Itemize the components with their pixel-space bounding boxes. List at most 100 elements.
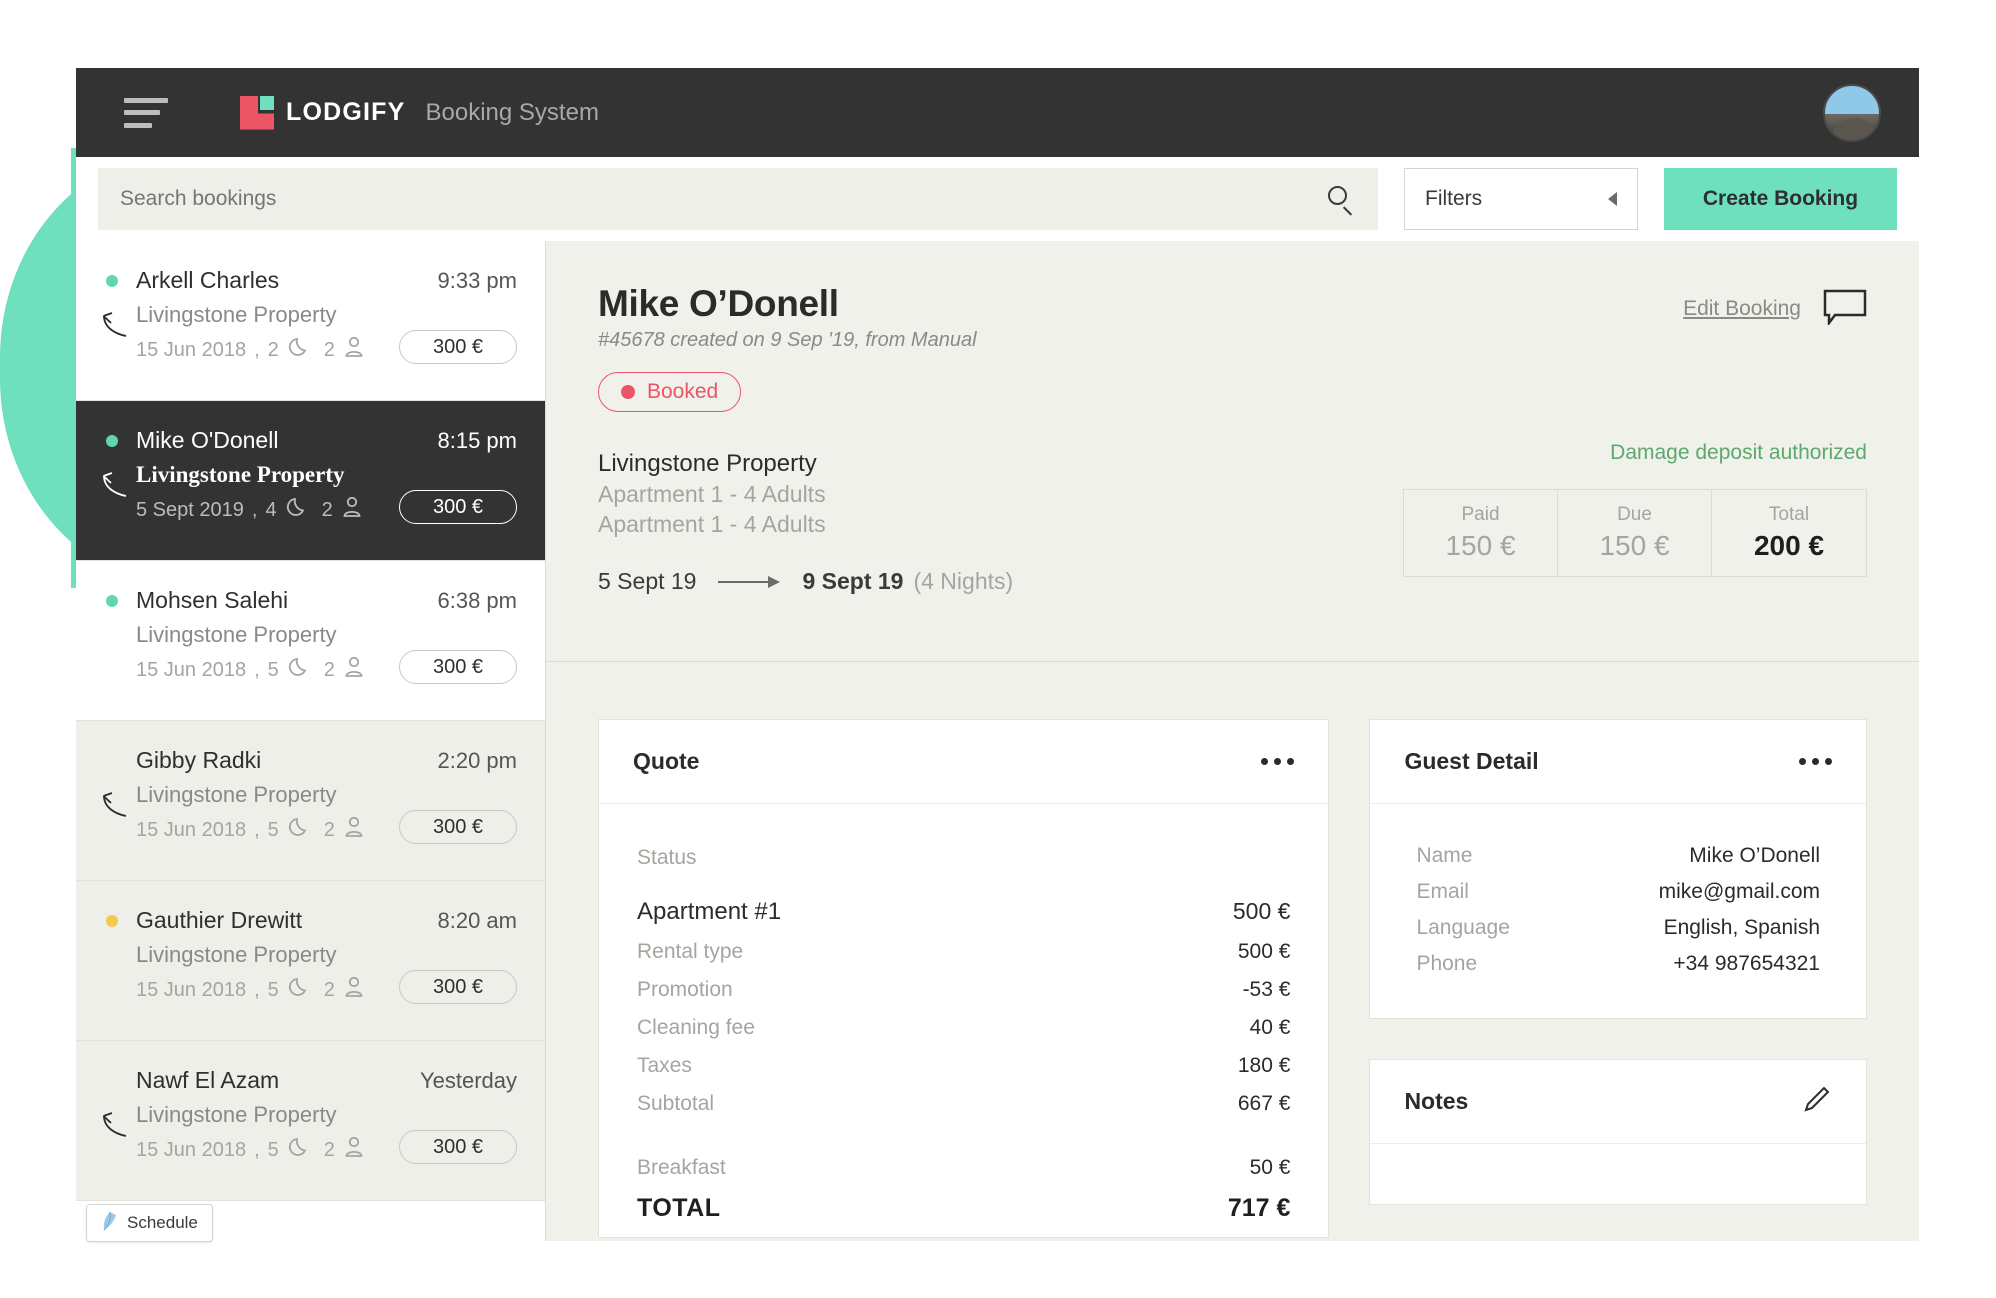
booking-date: 15 Jun 2018 <box>136 978 247 1001</box>
quote-row: Subtotal 667 € <box>637 1092 1290 1116</box>
booking-price: 300 € <box>399 490 517 524</box>
booking-nights: 2 <box>267 338 279 361</box>
guest-detail-value: +34 987654321 <box>1673 952 1820 975</box>
status-label: Booked <box>647 380 719 403</box>
quote-row-label: Apartment #1 <box>637 898 782 925</box>
nights-label: (4 Nights) <box>913 568 1014 594</box>
schedule-badge[interactable]: Schedule <box>86 1204 213 1242</box>
guest-detail-body: Name Mike O’Donell Email mike@gmail.com Lang… <box>1370 804 1866 1018</box>
quote-row-value: 500 € <box>1232 898 1291 924</box>
guests-person-icon <box>344 656 364 684</box>
guest-detail-row: Name Mike O’Donell <box>1416 844 1820 868</box>
hamburger-icon[interactable] <box>124 97 168 128</box>
notes-body[interactable] <box>1370 1144 1866 1204</box>
payment-label: Paid <box>1461 504 1500 525</box>
detail-header: Mike O’Donell #45678 created on 9 Sep '1… <box>546 241 1919 595</box>
quote-row-label: Breakfast <box>637 1156 726 1179</box>
guest-detail-label: Phone <box>1416 952 1478 975</box>
lodgify-logo-icon <box>240 95 274 130</box>
booking-meta: #45678 created on 9 Sep '19, from Manual <box>598 329 977 351</box>
booking-price: 300 € <box>399 330 517 364</box>
check-out-date: 9 Sept 19 <box>802 568 904 594</box>
booking-list[interactable]: Arkell Charles 9:33 pm Livingstone Propert… <box>76 241 546 1241</box>
guest-detail-value: Mike O’Donell <box>1689 844 1820 867</box>
replied-arrow-icon <box>100 1108 134 1142</box>
quote-row-value: 180 € <box>1237 1054 1291 1077</box>
pencil-icon[interactable] <box>1802 1084 1832 1119</box>
avatar[interactable] <box>1823 83 1881 142</box>
guest-detail-card: Guest Detail Name Mike O’Donell Email mike@… <box>1369 719 1867 1019</box>
booking-guest-name: Gauthier Drewitt <box>136 907 303 933</box>
booking-price: 300 € <box>399 810 517 844</box>
replied-arrow-icon <box>100 468 134 502</box>
booking-property: Livingstone Property <box>136 782 337 807</box>
search-icon[interactable] <box>1326 184 1356 216</box>
booking-date: 15 Jun 2018 <box>136 818 247 841</box>
notes-title: Notes <box>1404 1088 1469 1114</box>
quote-spacer <box>637 1130 1290 1156</box>
filters-dropdown[interactable]: Filters <box>1404 168 1638 230</box>
booking-property: Livingstone Property <box>136 942 337 967</box>
booking-price: 300 € <box>399 1130 517 1164</box>
guests-person-icon <box>344 336 364 364</box>
booking-list-item[interactable]: Arkell Charles 9:33 pm Livingstone Propert… <box>76 241 545 401</box>
quote-row-label: Promotion <box>637 978 733 1001</box>
guests-person-icon <box>342 496 362 524</box>
guest-detail-title: Guest Detail <box>1404 748 1539 774</box>
booking-price: 300 € <box>399 970 517 1004</box>
comment-bubble-icon[interactable] <box>1823 289 1867 327</box>
quote-status-label: Status <box>637 846 697 869</box>
filters-label: Filters <box>1425 187 1483 210</box>
payment-label: Total <box>1768 504 1810 525</box>
quote-more-icon[interactable] <box>1261 758 1295 765</box>
feather-icon <box>101 1211 119 1236</box>
quote-total-label: TOTAL <box>637 1194 721 1222</box>
booking-list-item[interactable]: Nawf El Azam Yesterday Livingstone Propert… <box>76 1041 545 1201</box>
cards-row: Quote Status Apartment #1 500 € Rental typ… <box>598 719 1867 1238</box>
booking-detail-panel: Mike O’Donell #45678 created on 9 Sep '1… <box>546 241 1919 1241</box>
payment-summary: Paid 150 € Due 150 € Total 200 € <box>1403 489 1867 577</box>
deposit-note: Damage deposit authorized <box>1610 441 1867 464</box>
notes-card: Notes <box>1369 1059 1867 1205</box>
guest-detail-more-icon[interactable] <box>1799 758 1832 765</box>
page-title: Mike O’Donell <box>598 283 839 324</box>
quote-row: Apartment #1 500 € <box>637 898 1290 926</box>
guest-detail-row: Email mike@gmail.com <box>1416 880 1820 904</box>
content-area: Arkell Charles 9:33 pm Livingstone Propert… <box>76 241 1919 1241</box>
booking-property: Livingstone Property <box>136 462 345 487</box>
booking-guest-name: Mohsen Salehi <box>136 587 289 613</box>
quote-total-value: 717 € <box>1227 1194 1291 1222</box>
guests-person-icon <box>344 976 364 1004</box>
guests-person-icon <box>344 1136 364 1164</box>
quote-total-row: TOTAL 717 € <box>637 1194 1290 1223</box>
booking-price: 300 € <box>399 650 517 684</box>
booking-guest-name: Arkell Charles <box>136 267 280 293</box>
unread-dot-icon <box>106 915 118 927</box>
payment-value: 150 € <box>1445 530 1516 561</box>
right-column: Guest Detail Name Mike O’Donell Email mike@… <box>1369 719 1867 1238</box>
booking-list-item[interactable]: Gauthier Drewitt 8:20 am Livingstone Prope… <box>76 881 545 1041</box>
booking-nights: 5 <box>267 1138 279 1161</box>
booking-nights: 5 <box>267 978 279 1001</box>
edit-booking-link[interactable]: Edit Booking <box>1683 297 1801 321</box>
booking-date: 15 Jun 2018 <box>136 1138 247 1161</box>
nights-moon-icon <box>288 816 310 844</box>
toolbar: Filters Create Booking <box>76 157 1919 241</box>
create-booking-button[interactable]: Create Booking <box>1664 168 1897 230</box>
chevron-left-icon <box>1608 192 1617 206</box>
search-input[interactable] <box>120 187 1326 211</box>
booking-list-item[interactable]: Mike O'Donell 8:15 pm Livingstone Property… <box>76 401 545 561</box>
booking-list-item[interactable]: Gibby Radki 2:20 pm Livingstone Property 15… <box>76 721 545 881</box>
notes-header: Notes <box>1370 1060 1866 1144</box>
booking-guests: 2 <box>323 818 335 841</box>
search-box[interactable] <box>98 168 1378 230</box>
quote-row: Breakfast 50 € <box>637 1156 1290 1180</box>
guest-detail-label: Email <box>1416 880 1469 903</box>
payment-label: Due <box>1617 504 1652 525</box>
booking-list-item[interactable]: Mohsen Salehi 6:38 pm Livingstone Property… <box>76 561 545 721</box>
screenshot-stage: LODGIFY Booking System Filters Create Bo… <box>0 0 1996 1298</box>
quote-row-value: 500 € <box>1237 940 1291 963</box>
brand-name: LODGIFY <box>286 98 406 126</box>
quote-card-header: Quote <box>599 720 1329 804</box>
quote-status-row: Status <box>637 846 1290 870</box>
